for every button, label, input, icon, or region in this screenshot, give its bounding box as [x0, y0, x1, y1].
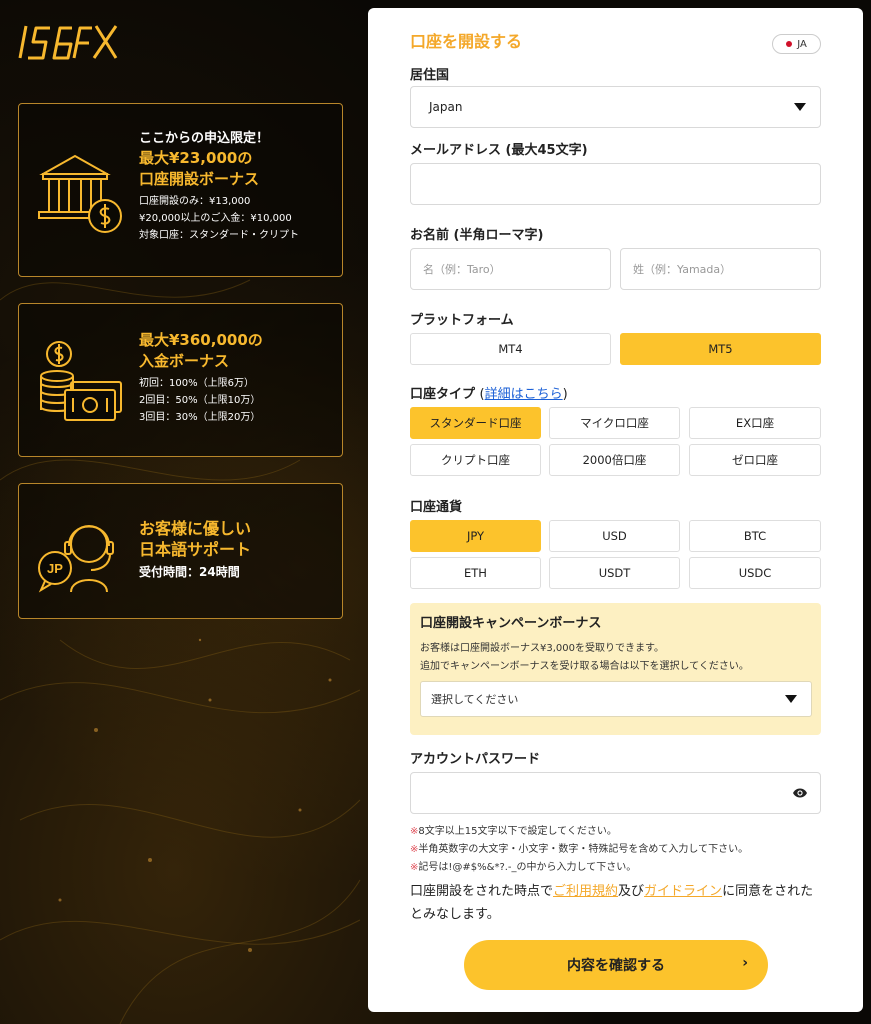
currency-jpy[interactable]: JPY [410, 520, 541, 552]
platform-mt5[interactable]: MT5 [620, 333, 821, 365]
coins-cash-icon [40, 341, 122, 421]
promo-heading: 入金ボーナス [139, 352, 230, 370]
promo-account-bonus: ここからの申込限定！ 最大¥23,000の 口座開設ボーナス 口座開設のみ：¥1… [18, 103, 343, 277]
note-text: 8文字以上15文字以下で設定してください。 [418, 826, 617, 837]
paren-close: ) [562, 387, 568, 402]
account-type-crypto[interactable]: クリプト口座 [410, 444, 541, 476]
eye-icon[interactable] [792, 787, 808, 799]
promo-detail: 初回：100%（上限6万） [139, 378, 254, 389]
confirm-button-label: 内容を確認する [567, 958, 665, 974]
confirm-button[interactable]: 内容を確認する › [464, 940, 768, 990]
agree-prefix: 口座開設をされた時点で [410, 884, 554, 899]
promo-heading: 日本語サポート [139, 540, 252, 559]
email-label: メールアドレス (最大45文字) [410, 139, 588, 158]
promo-text: 最大¥360,000の 入金ボーナス 初回：100%（上限6万） 2回目：50%… [139, 330, 334, 426]
promo-heading: 口座開設ボーナス [139, 170, 260, 188]
note-text: 記号は!@#$%&*?.-_の中から入力して下さい。 [418, 862, 637, 873]
last-name-field[interactable]: 姓（例：Yamada） [620, 248, 821, 290]
password-field[interactable] [410, 772, 821, 814]
password-label: アカウントパスワード [410, 752, 541, 767]
currency-label: 口座通貨 [410, 500, 463, 515]
email-label-sub: (最大45文字) [505, 143, 588, 158]
promo-text: ここからの申込限定！ 最大¥23,000の 口座開設ボーナス 口座開設のみ：¥1… [139, 130, 334, 244]
campaign-select-value: 選択してください [431, 693, 519, 706]
agree-mid: 及び [618, 884, 645, 899]
account-form-panel: 口座を開設する JA 居住国 Japan メールアドレス (最大45文字) お名… [368, 8, 863, 1012]
promo-heading: お客様に優しい [139, 519, 252, 538]
chevron-down-icon [794, 103, 806, 111]
campaign-text: お客様は口座開設ボーナス¥3,000を受取りできます。 [420, 643, 664, 654]
support-agent-icon: JP [38, 525, 114, 593]
currency-eth[interactable]: ETH [410, 557, 541, 589]
last-name-placeholder: 姓（例：Yamada） [633, 263, 732, 276]
language-code: JA [797, 38, 807, 50]
promo-lead: ここからの申込限定！ [139, 131, 270, 146]
platform-mt4[interactable]: MT4 [410, 333, 611, 365]
currency-usdt[interactable]: USDT [549, 557, 680, 589]
form-title: 口座を開設する [410, 32, 523, 51]
agreement-text: 口座開設をされた時点でご利用規約及びガイドラインに同意をされたとみなします。 [410, 880, 825, 926]
chevron-right-icon: › [742, 955, 748, 971]
account-type-label: 口座タイプ (詳細はこちら) [410, 383, 568, 402]
email-label-text: メールアドレス [410, 143, 502, 158]
promo-japanese-support: JP お客様に優しい 日本語サポート 受付時間：24時間 [18, 483, 343, 619]
password-note: ※半角英数字の大文字・小文字・数字・特殊記号を含めて入力して下さい。 [410, 840, 748, 855]
password-note: ※8文字以上15文字以下で設定してください。 [410, 822, 617, 837]
guideline-link[interactable]: ガイドライン [644, 884, 722, 899]
platform-label: プラットフォーム [410, 313, 514, 328]
promo-heading: 最大¥360,000の [139, 331, 263, 349]
promo-detail: 対象口座：スタンダード・クリプト [139, 230, 299, 241]
promo-detail: 3回目：30%（上限20万） [139, 412, 261, 423]
account-type-label-text: 口座タイプ [410, 387, 476, 402]
first-name-field[interactable]: 名（例：Taro） [410, 248, 611, 290]
currency-usd[interactable]: USD [549, 520, 680, 552]
name-label: お名前 (半角ローマ字) [410, 224, 543, 243]
promo-heading: 最大¥23,000の [139, 149, 253, 167]
japan-flag-icon [786, 41, 793, 47]
currency-usdc[interactable]: USDC [689, 557, 821, 589]
language-selector[interactable]: JA [772, 34, 821, 54]
note-text: 半角英数字の大文字・小文字・数字・特殊記号を含めて入力して下さい。 [418, 844, 749, 855]
country-value: Japan [429, 100, 463, 114]
password-note: ※記号は!@#$%&*?.-_の中から入力して下さい。 [410, 858, 636, 873]
promo-deposit-bonus: 最大¥360,000の 入金ボーナス 初回：100%（上限6万） 2回目：50%… [18, 303, 343, 457]
promo-detail: 2回目：50%（上限10万） [139, 395, 261, 406]
terms-link[interactable]: ご利用規約 [553, 884, 618, 899]
is6fx-logo [18, 25, 118, 60]
country-label: 居住国 [410, 68, 450, 83]
account-type-2000x[interactable]: 2000倍口座 [549, 444, 680, 476]
campaign-bonus-box: 口座開設キャンペーンボーナス お客様は口座開設ボーナス¥3,000を受取りできま… [410, 603, 821, 735]
account-type-standard[interactable]: スタンダード口座 [410, 407, 541, 439]
account-type-micro[interactable]: マイクロ口座 [549, 407, 680, 439]
name-label-text: お名前 [410, 228, 450, 243]
promo-detail: 受付時間：24時間 [139, 565, 240, 579]
name-label-sub: (半角ローマ字) [453, 228, 544, 243]
campaign-text: 追加でキャンペーンボーナスを受け取る場合は以下を選択してください。 [420, 661, 749, 672]
account-type-zero[interactable]: ゼロ口座 [689, 444, 821, 476]
campaign-select[interactable]: 選択してください [420, 681, 812, 717]
first-name-placeholder: 名（例：Taro） [423, 263, 501, 276]
bank-coin-icon [38, 154, 122, 233]
promo-detail: 口座開設のみ：¥13,000 [139, 196, 251, 207]
chevron-down-icon [785, 695, 797, 703]
promo-text: お客様に優しい 日本語サポート 受付時間：24時間 [139, 518, 334, 581]
campaign-title: 口座開設キャンペーンボーナス [420, 616, 602, 631]
promo-detail: ¥20,000以上のご入金：¥10,000 [139, 213, 292, 224]
email-field[interactable] [410, 163, 821, 205]
account-type-ex[interactable]: EX口座 [689, 407, 821, 439]
currency-btc[interactable]: BTC [689, 520, 821, 552]
jp-badge: JP [47, 561, 63, 576]
country-select[interactable]: Japan [410, 86, 821, 128]
account-type-details-link[interactable]: 詳細はこちら [485, 387, 563, 402]
